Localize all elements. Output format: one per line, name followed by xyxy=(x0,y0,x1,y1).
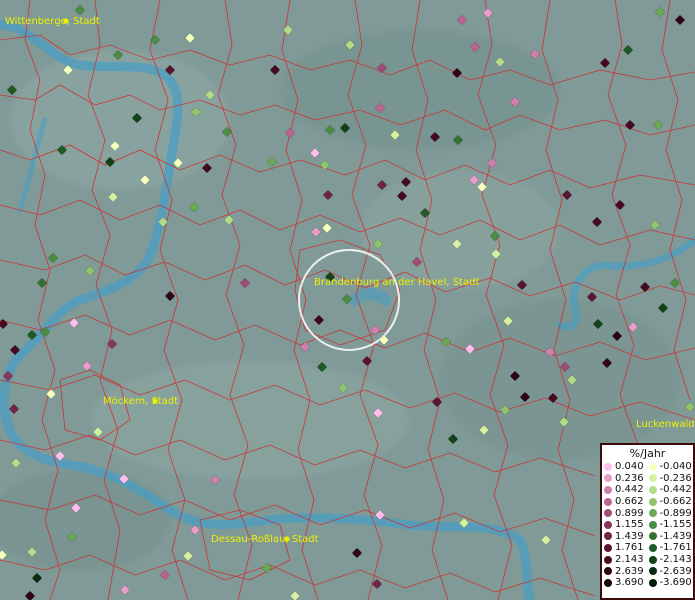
city-label-dessau: Dessau-Roßlau, Stadt xyxy=(211,534,319,545)
city-label-moeckern: Möckern, Stadt xyxy=(103,396,178,407)
legend-value: 0.040 xyxy=(615,461,644,473)
legend-entry: -0.236 xyxy=(648,472,694,485)
legend-title: %/Jahr xyxy=(629,447,666,460)
city-label-luckenwalde: Luckenwalde xyxy=(636,419,695,430)
legend-entry: -0.040 xyxy=(648,461,694,473)
legend-entry: 0.662 xyxy=(604,496,649,508)
legend-swatch xyxy=(648,497,657,506)
city-label-brandenburg: Brandenburg an der Havel, Stadt xyxy=(314,277,479,288)
legend-entry: 0.442 xyxy=(604,484,649,496)
legend-swatch xyxy=(604,567,612,576)
legend-entry: -0.442 xyxy=(648,484,694,496)
legend-value: -1.439 xyxy=(659,530,692,542)
legend-swatch xyxy=(604,555,612,564)
legend-swatch xyxy=(648,555,657,564)
city-label-wittenberge: Wittenberge, Stadt xyxy=(5,16,100,27)
legend-value: -0.236 xyxy=(659,472,692,484)
map-canvas[interactable]: Wittenberge, Stadt Brandenburg an der Ha… xyxy=(0,0,695,600)
legend-swatch xyxy=(648,578,657,587)
legend-value: -2.143 xyxy=(659,554,692,566)
legend-value: 1.761 xyxy=(615,542,644,554)
legend-value: 1.155 xyxy=(615,519,644,531)
legend-swatch xyxy=(648,520,657,529)
legend-swatch xyxy=(648,543,657,552)
legend-swatch xyxy=(604,578,612,587)
legend-value: 0.236 xyxy=(615,472,644,484)
legend-swatch xyxy=(604,485,612,494)
legend-value: -0.899 xyxy=(659,507,692,519)
legend-entry: 2.143 xyxy=(604,554,649,566)
legend-entry: 0.040 xyxy=(604,461,649,473)
legend-positive-column: 0.040 0.236 0.442 0.662 0.899 1.155 1.439 1.761… xyxy=(604,461,649,589)
legend-value: -3.690 xyxy=(659,577,692,589)
legend-value: 1.439 xyxy=(615,530,644,542)
legend-value: -1.761 xyxy=(659,542,692,554)
legend-swatch xyxy=(648,567,657,576)
legend-swatch xyxy=(648,474,657,483)
legend-swatch xyxy=(604,497,612,506)
legend-entry: -1.155 xyxy=(648,519,694,531)
legend-swatch xyxy=(604,543,612,552)
legend-swatch xyxy=(648,532,657,541)
legend-entry: -0.899 xyxy=(648,507,694,519)
legend-swatch xyxy=(648,509,657,518)
legend-entry: -1.761 xyxy=(648,542,694,554)
legend-swatch xyxy=(604,474,612,483)
legend-value: -2.639 xyxy=(659,565,692,577)
legend-value: -0.040 xyxy=(659,461,692,473)
legend: %/Jahr 0.040 0.236 0.442 0.662 0.899 1.155 1.4… xyxy=(600,443,695,600)
legend-value: 0.442 xyxy=(615,484,644,496)
legend-swatch xyxy=(648,462,657,471)
legend-entry: 3.690 xyxy=(604,577,649,589)
legend-entry: 0.236 xyxy=(604,473,649,485)
legend-entry: 1.439 xyxy=(604,531,649,543)
legend-value: 0.899 xyxy=(615,507,644,519)
legend-value: 2.143 xyxy=(615,554,644,566)
legend-swatch xyxy=(604,520,612,529)
legend-entry: -1.439 xyxy=(648,530,694,543)
legend-swatch xyxy=(648,485,657,494)
legend-entry: -3.690 xyxy=(648,577,694,589)
legend-value: -0.442 xyxy=(659,484,692,496)
legend-entry: -2.639 xyxy=(648,565,694,577)
legend-negative-column: -0.040 -0.236 -0.442 -0.662 -0.899 -1.155 -1.4… xyxy=(648,461,694,589)
legend-value: 2.639 xyxy=(615,565,644,577)
legend-value: 0.662 xyxy=(615,496,644,508)
legend-swatch xyxy=(604,532,612,541)
legend-entry: 0.899 xyxy=(604,507,649,519)
legend-value: 3.690 xyxy=(615,577,644,589)
legend-entry: 1.761 xyxy=(604,542,649,554)
legend-swatch xyxy=(604,509,612,518)
river-havel-lake xyxy=(349,288,391,306)
legend-entry: -0.662 xyxy=(648,496,694,508)
legend-value: -0.662 xyxy=(659,496,692,508)
legend-swatch xyxy=(604,462,612,471)
legend-entry: 2.639 xyxy=(604,565,649,577)
legend-value: -1.155 xyxy=(659,519,692,531)
legend-entry: 1.155 xyxy=(604,519,649,531)
legend-entry: -2.143 xyxy=(648,554,694,566)
